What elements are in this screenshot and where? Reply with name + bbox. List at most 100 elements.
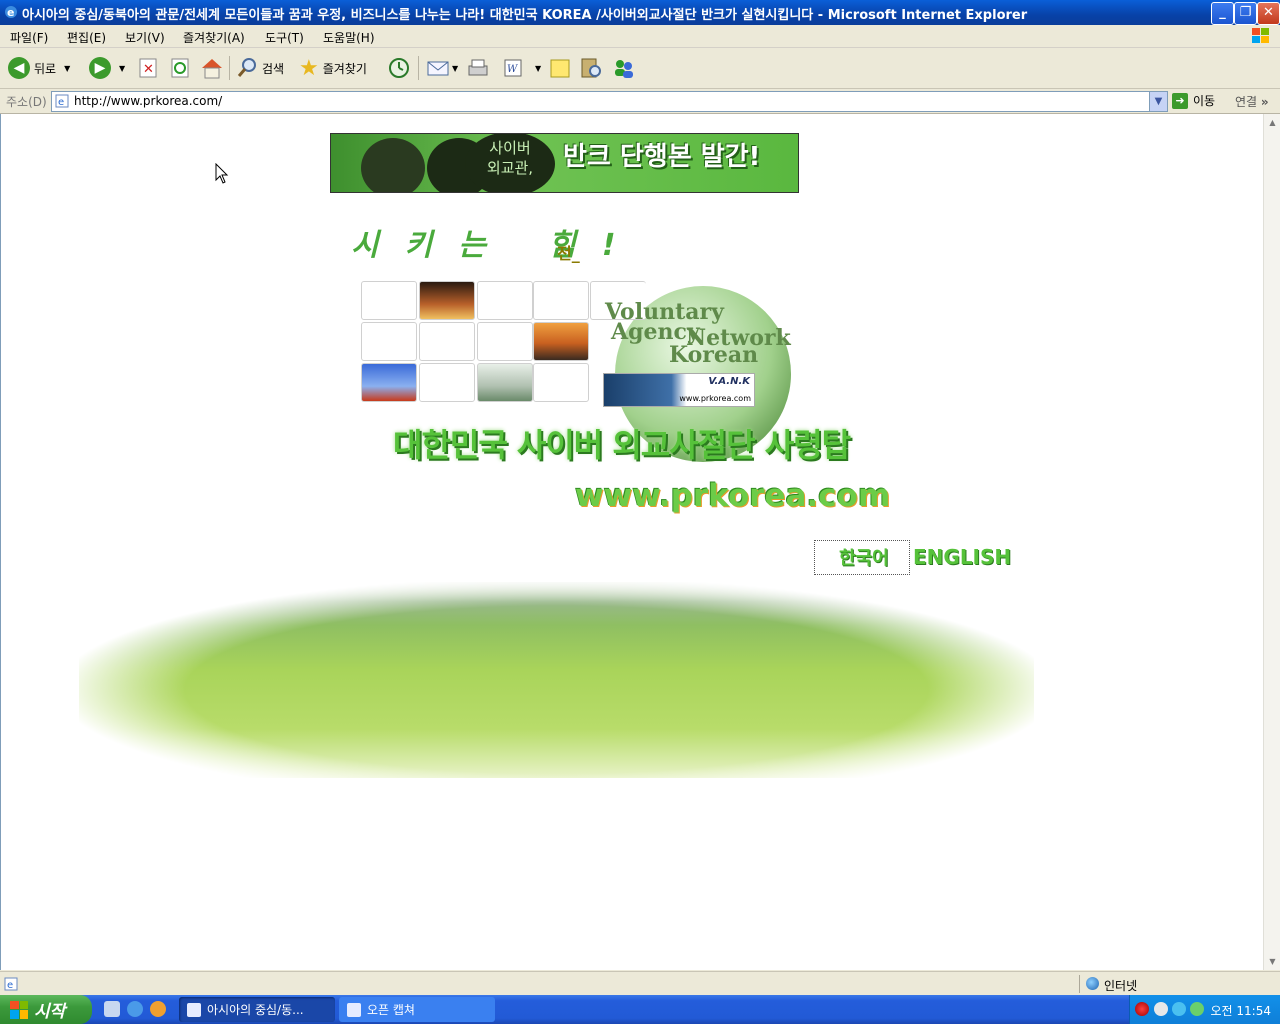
favorites-button[interactable]: ★ 즐겨찾기 [299, 54, 367, 82]
landscape-image [79, 582, 1034, 778]
toolbar: ◀ 뒤로 ▼ ▶ ▼ ✕ 검색 ★ 즐겨찾기 ▼ W ▼ [0, 48, 1280, 89]
print-button[interactable] [465, 54, 489, 82]
messenger-button[interactable] [612, 54, 636, 82]
svg-text:W: W [507, 64, 518, 75]
messenger-icon [615, 60, 633, 78]
grid-cell [533, 281, 589, 320]
system-tray: 오전 11:54 [1129, 995, 1280, 1024]
status-divider [1079, 975, 1080, 993]
quicklaunch-desktop-icon[interactable] [104, 1001, 120, 1017]
toolbar-separator [418, 56, 419, 80]
address-url: http://www.prkorea.com/ [74, 94, 223, 108]
refresh-button[interactable] [170, 54, 190, 82]
edit-button[interactable]: W ▼ [503, 54, 541, 82]
internet-globe-icon [1086, 977, 1099, 990]
star-icon: ★ [299, 55, 319, 81]
tray-network-icon[interactable] [1172, 1002, 1186, 1016]
menu-help[interactable]: 도움말(H) [323, 29, 375, 46]
stop-button[interactable]: ✕ [138, 54, 158, 82]
maximize-button[interactable]: ❐ [1234, 2, 1257, 25]
discuss-button[interactable] [549, 54, 571, 82]
grid-cell [361, 322, 417, 361]
svg-text:e: e [58, 97, 64, 108]
forward-dropdown-icon[interactable]: ▼ [119, 64, 125, 73]
taskbar-item-ie[interactable]: 아시아의 중심/동... [179, 997, 335, 1022]
mail-button[interactable]: ▼ [426, 54, 458, 82]
mail-dropdown-icon[interactable]: ▼ [452, 64, 458, 73]
chevron-right-icon: » [1260, 95, 1269, 109]
status-bar: e 인터넷 [0, 971, 1280, 996]
go-label: 이동 [1193, 94, 1216, 108]
back-dropdown-icon[interactable]: ▼ [64, 64, 70, 73]
cathedral-photo[interactable] [419, 281, 475, 320]
quicklaunch-media-icon[interactable] [150, 1001, 166, 1017]
address-dropdown-icon[interactable]: ▼ [1149, 92, 1167, 111]
korean-link[interactable]: 한국어 [839, 544, 889, 570]
taskbar-item-capture[interactable]: 오픈 캡쳐 [339, 997, 495, 1022]
go-arrow-icon: ➜ [1172, 92, 1188, 109]
links-button[interactable]: 연결 » [1235, 93, 1269, 110]
menu-edit[interactable]: 편집(E) [67, 29, 106, 46]
quicklaunch-ie-icon[interactable] [127, 1001, 143, 1017]
slogan-text: 시키는 힘! [351, 228, 642, 263]
back-label: 뒤로 [34, 61, 57, 76]
back-button[interactable]: ◀ 뒤로 ▼ [8, 54, 70, 82]
clock: 오전 11:54 [1210, 1004, 1271, 1018]
english-link[interactable]: ENGLISH [913, 545, 1011, 569]
tray-messenger-icon[interactable] [1190, 1002, 1204, 1016]
page-icon: e [55, 94, 69, 108]
history-button[interactable] [388, 54, 410, 82]
menu-view[interactable]: 보기(V) [125, 29, 165, 46]
menu-tools[interactable]: 도구(T) [265, 29, 304, 46]
slogan-suffix: 전_ [557, 244, 580, 263]
tray-chevron-icon[interactable] [1154, 1002, 1168, 1016]
vank-badge[interactable]: V.A.N.K www.prkorea.com [603, 373, 755, 407]
windmill-photo[interactable] [361, 363, 417, 402]
headline-text: 대한민국 사이버 외교사절단 사령탑 [393, 426, 851, 464]
opera-house-photo[interactable] [533, 322, 589, 361]
printer-icon [468, 59, 488, 76]
ie-task-icon [187, 1002, 201, 1017]
task-ie-label: 아시아의 중심/동... [207, 1003, 304, 1017]
search-icon [237, 58, 256, 77]
menu-favorites[interactable]: 즐겨찾기(A) [183, 29, 245, 46]
page-status-icon: e [4, 977, 18, 991]
home-icon [202, 59, 222, 79]
book-cover-main: 사이버 외교관, [465, 134, 555, 192]
vertical-scrollbar[interactable]: ▲ ▼ [1263, 114, 1280, 970]
taskbar: 시작 아시아의 중심/동... 오픈 캡쳐 오전 11:54 [0, 995, 1280, 1024]
stop-icon: ✕ [139, 58, 157, 78]
links-label: 연결 [1235, 95, 1258, 109]
book-banner[interactable]: 사이버 외교관, 반크 단행본 발간! [330, 133, 799, 193]
scroll-up-icon[interactable]: ▲ [1265, 115, 1280, 130]
edit-dropdown-icon[interactable]: ▼ [535, 64, 541, 73]
book-cover-text: 사이버 외교관, [486, 139, 534, 177]
menu-file[interactable]: 파일(F) [10, 29, 48, 46]
go-button[interactable]: ➜ 이동 [1172, 92, 1215, 109]
start-button[interactable]: 시작 [0, 995, 92, 1024]
site-url-text[interactable]: www.prkorea.com [575, 478, 890, 514]
church-photo[interactable] [477, 363, 533, 402]
grid-cell [533, 363, 589, 402]
mail-icon [427, 61, 449, 76]
capture-task-icon [347, 1002, 361, 1017]
history-icon [389, 58, 409, 78]
word-document-icon: W [504, 59, 522, 77]
research-icon [581, 58, 601, 78]
window-title-bar[interactable]: e 아시아의 중심/동북아의 관문/전세계 모든이들과 꿈과 우정, 비즈니스를… [0, 0, 1280, 25]
menu-bar: 파일(F) 편집(E) 보기(V) 즐겨찾기(A) 도구(T) 도움말(H) [0, 25, 1280, 48]
logo-korean: Korean [669, 342, 759, 368]
research-button[interactable] [580, 54, 602, 82]
home-button[interactable] [200, 54, 224, 82]
vank-badge-text: V.A.N.K [708, 376, 750, 387]
vank-badge-url: www.prkorea.com [679, 394, 751, 403]
forward-button[interactable]: ▶ ▼ [89, 54, 125, 82]
scroll-down-icon[interactable]: ▼ [1265, 954, 1280, 969]
minimize-button[interactable]: _ [1211, 2, 1234, 25]
windows-flag-icon [10, 1000, 28, 1019]
banner-text: 반크 단행본 발간! [563, 142, 761, 172]
address-input[interactable]: e http://www.prkorea.com/ ▼ [51, 91, 1168, 112]
tray-red-icon[interactable] [1135, 1002, 1149, 1016]
close-button[interactable]: ✕ [1257, 2, 1280, 25]
search-button[interactable]: 검색 [236, 54, 284, 82]
